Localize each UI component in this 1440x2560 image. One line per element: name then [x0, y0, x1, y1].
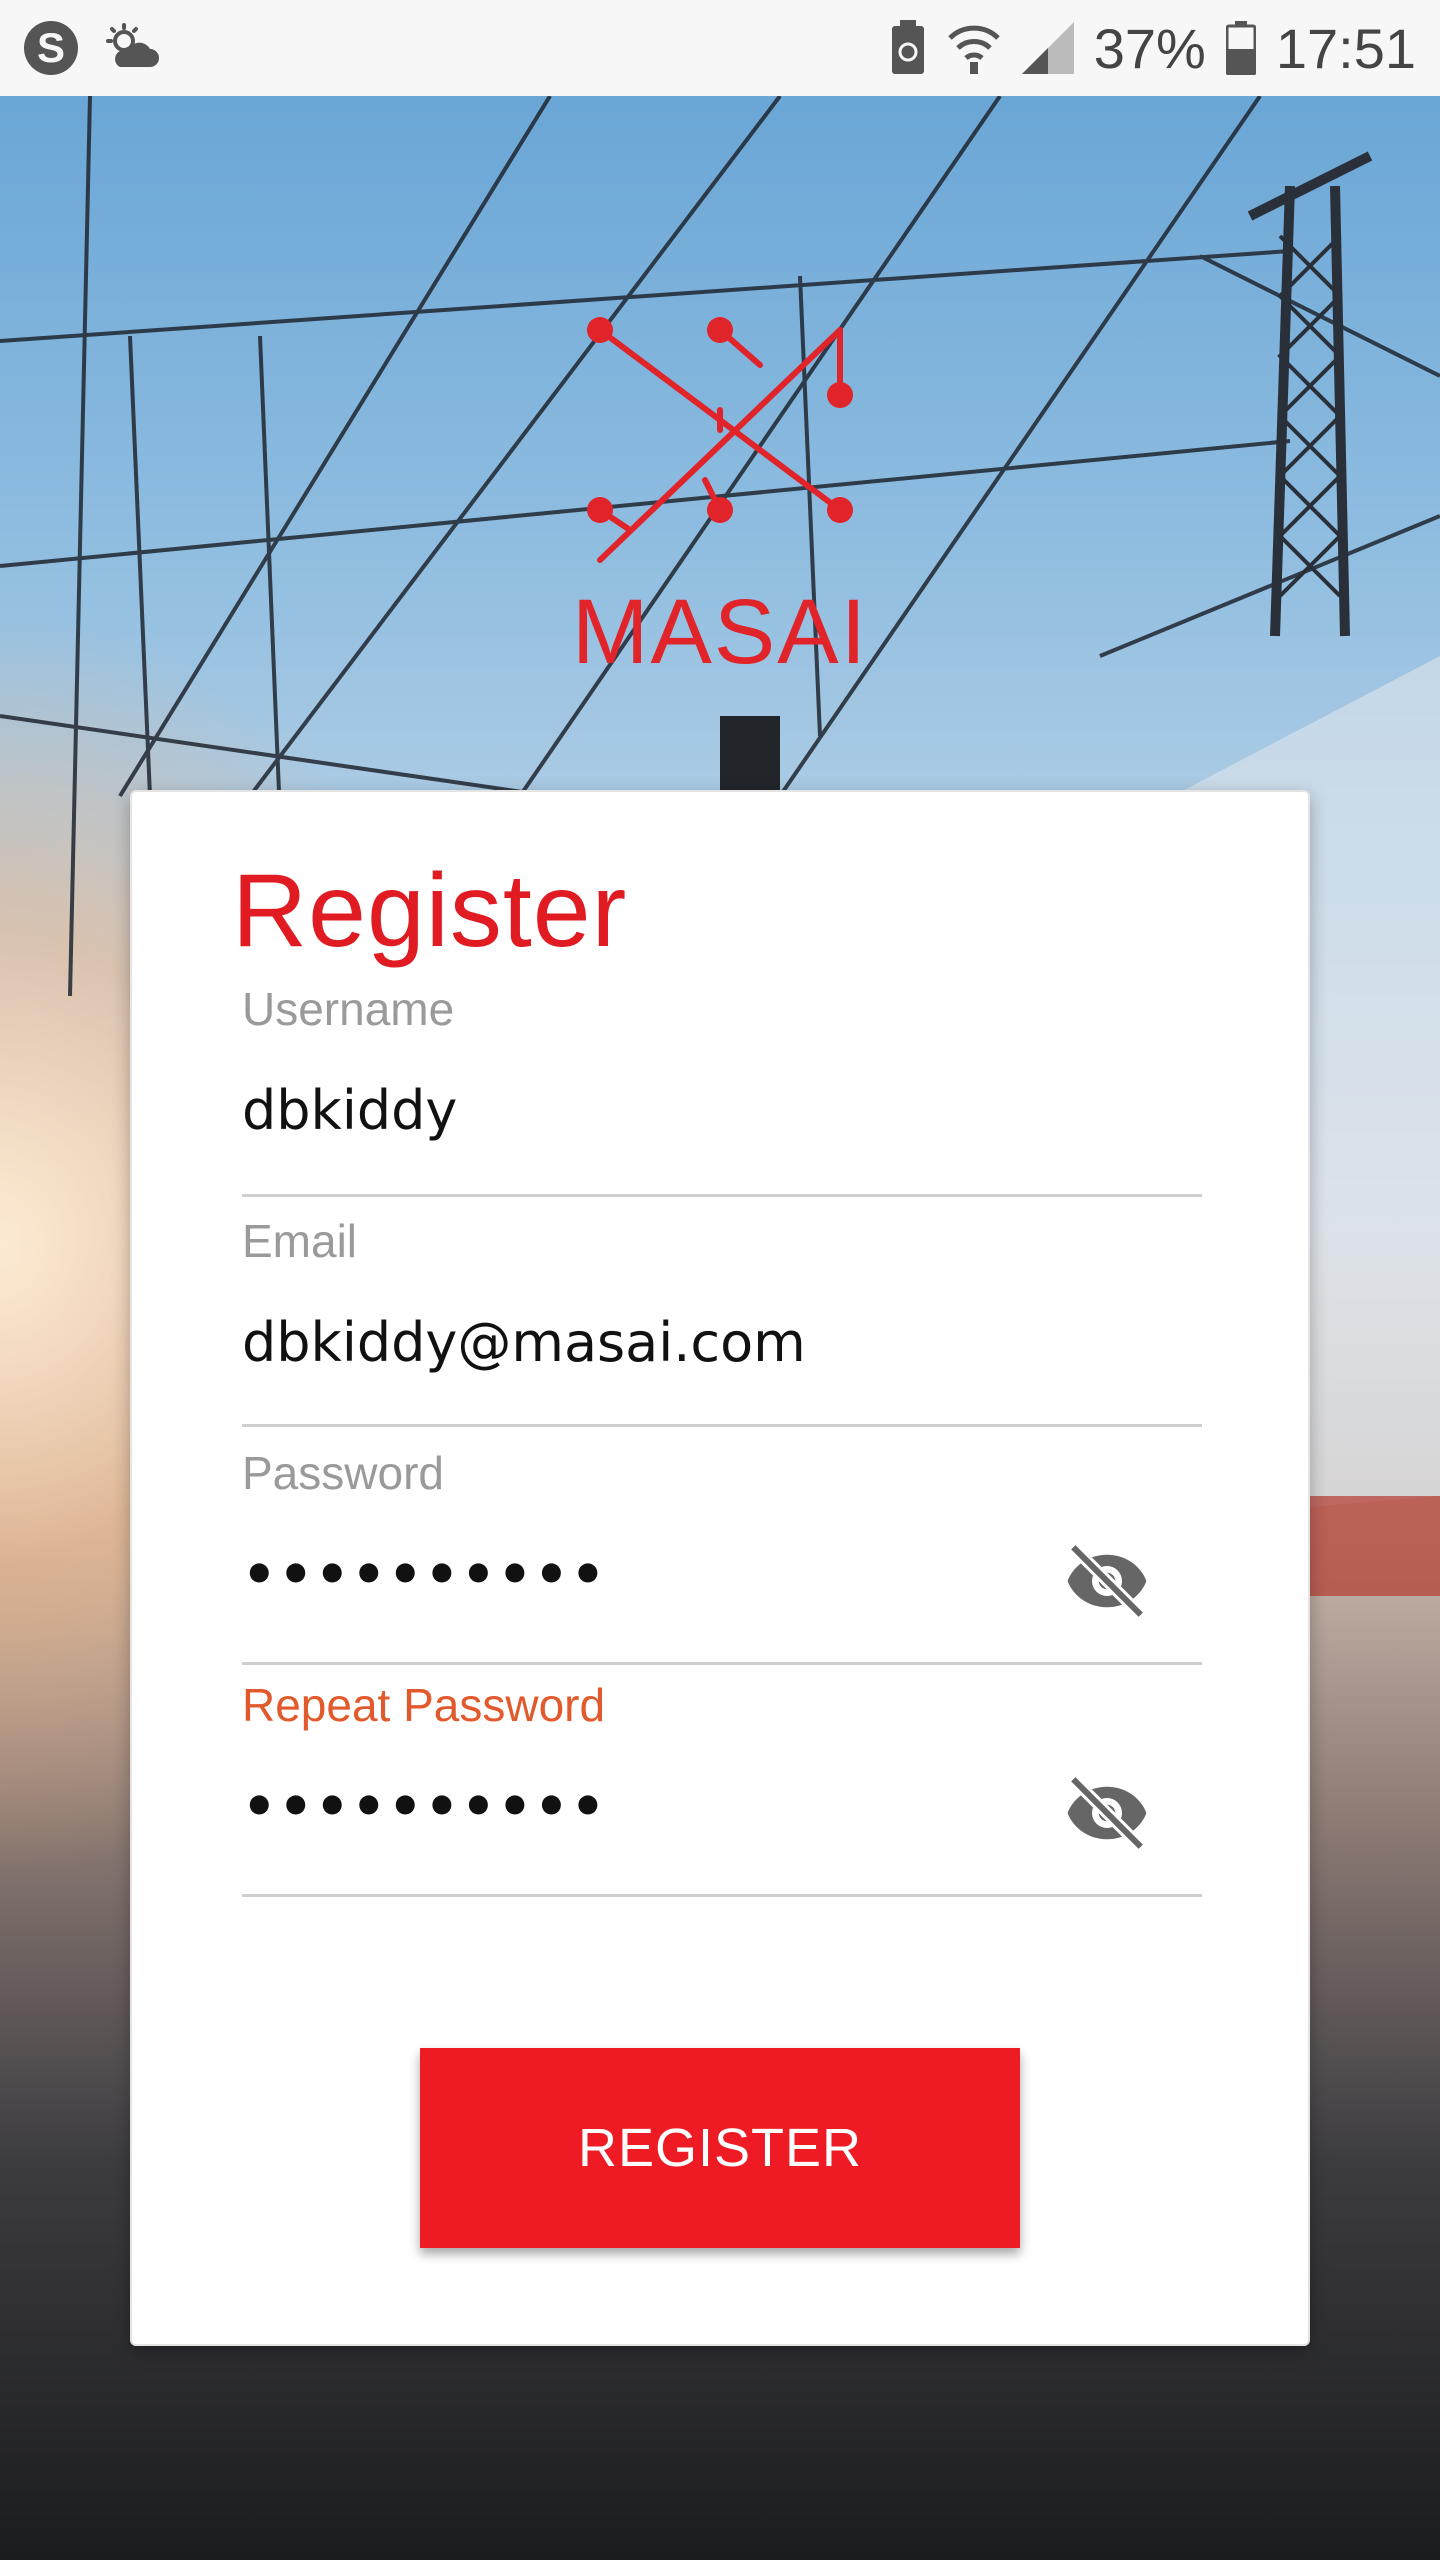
- page-title: Register: [232, 853, 628, 969]
- password-input[interactable]: ••••••••••: [242, 1540, 1202, 1610]
- username-input[interactable]: dbkiddy: [242, 1076, 1202, 1146]
- register-button[interactable]: REGISTER: [420, 2048, 1020, 2248]
- repeat-password-underline: [242, 1894, 1202, 1897]
- username-underline: [242, 1194, 1202, 1197]
- email-field[interactable]: Email dbkiddy@masai.com: [242, 1214, 1202, 1427]
- status-time: 17:51: [1275, 16, 1416, 80]
- register-card: Register Username dbkiddy Email dbkiddy@…: [130, 790, 1310, 2346]
- skype-icon: S: [24, 21, 78, 75]
- repeat-password-label: Repeat Password: [242, 1679, 606, 1731]
- repeat-password-field[interactable]: Repeat Password ••••••••••: [242, 1678, 1202, 1897]
- status-bar: S 37% 17:51: [0, 0, 1440, 96]
- weather-icon: [106, 23, 159, 67]
- password-underline: [242, 1662, 1202, 1665]
- email-input[interactable]: dbkiddy@masai.com: [242, 1308, 1202, 1378]
- masai-logo: MASAI: [560, 300, 880, 683]
- username-field[interactable]: Username dbkiddy: [242, 982, 1202, 1197]
- password-field[interactable]: Password ••••••••••: [242, 1446, 1202, 1665]
- username-label: Username: [242, 983, 455, 1035]
- email-label: Email: [242, 1215, 358, 1267]
- battery-icon: [1225, 21, 1256, 75]
- visibility-off-icon[interactable]: [1062, 1768, 1152, 1858]
- masai-logo-icon: [587, 317, 853, 563]
- logo-text: MASAI: [571, 581, 869, 683]
- signal-icon: [1021, 22, 1074, 74]
- wifi-icon: [948, 25, 1000, 74]
- password-label: Password: [242, 1447, 444, 1499]
- repeat-password-input[interactable]: ••••••••••: [242, 1772, 1202, 1842]
- battery-saver-icon: [891, 20, 924, 74]
- visibility-off-icon[interactable]: [1062, 1536, 1152, 1626]
- email-underline: [242, 1424, 1202, 1427]
- battery-percent: 37%: [1093, 16, 1206, 80]
